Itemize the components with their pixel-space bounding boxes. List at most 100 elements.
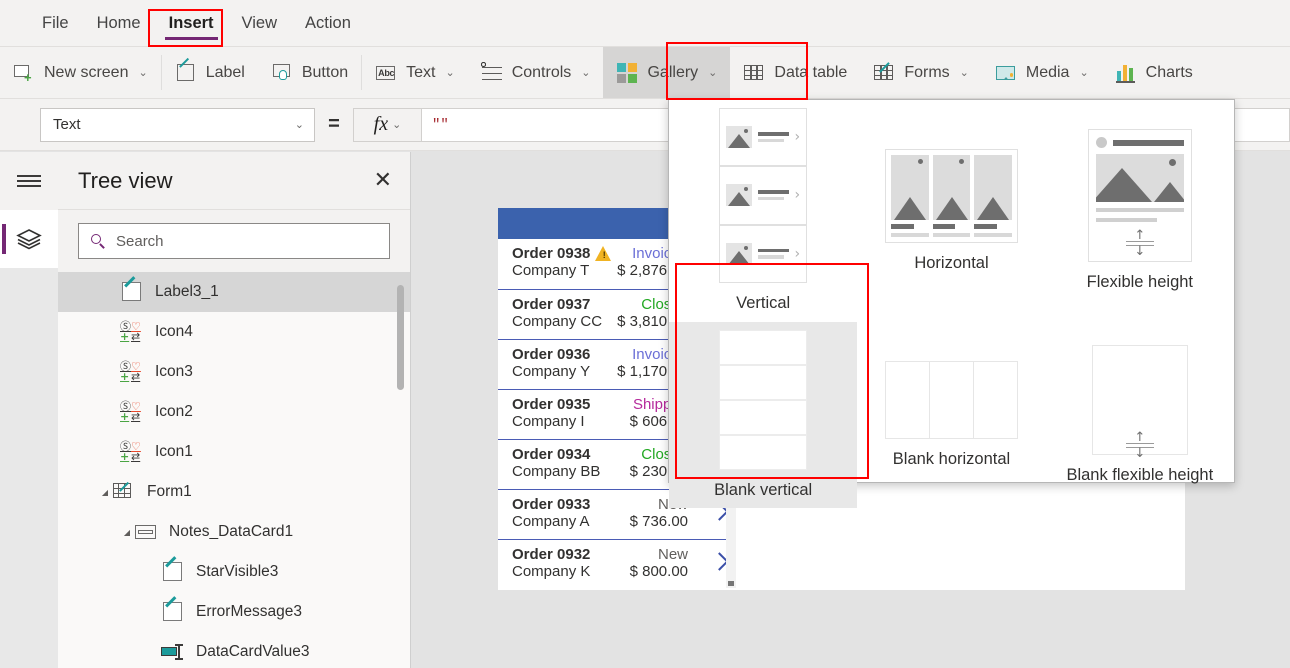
expand-collapse-icon[interactable]: ◢ [120, 528, 134, 537]
fx-button[interactable]: fx ⌄ [353, 108, 421, 142]
label-icon [120, 281, 146, 303]
hamburger-menu-icon[interactable] [0, 152, 58, 210]
ribbon-label: Text [406, 64, 435, 82]
menu-item-file[interactable]: File [30, 8, 81, 39]
ribbon-gallery-button[interactable]: Gallery ⌄ [603, 47, 730, 98]
tree-item-label: DataCardValue3 [196, 643, 309, 661]
ribbon-data-table-button[interactable]: Data table [730, 47, 860, 98]
tree-item-list: Label3_1 Ⓢ♡+⇄ Icon4 Ⓢ♡+⇄ Icon3 Ⓢ♡+⇄ Icon… [58, 272, 410, 668]
menu-item-label: Home [97, 14, 141, 32]
ribbon-new-screen-button[interactable]: + New screen ⌄ [0, 47, 161, 98]
ribbon-controls-button[interactable]: Controls ⌄ [468, 47, 604, 98]
flexible-height-gallery-preview-icon: ↑↓ [1088, 129, 1192, 262]
tree-item-starvisible3[interactable]: StarVisible3 [58, 552, 410, 592]
gallery-row[interactable]: Order 0932 New Company K $ 800.00 [498, 539, 734, 589]
chevron-down-icon: ⌄ [708, 66, 717, 79]
menu-item-insert[interactable]: Insert [157, 8, 226, 39]
gallery-option-label: Horizontal [914, 253, 988, 274]
gallery-option-label: Blank flexible height [1066, 465, 1213, 486]
property-selector[interactable]: Text ⌄ [40, 108, 315, 142]
order-number: Order 0936 [512, 346, 590, 363]
tree-item-label: Icon3 [155, 363, 193, 381]
label-icon [161, 561, 187, 583]
media-icon [995, 62, 1017, 84]
ribbon-button-button[interactable]: Button [258, 47, 361, 98]
gallery-option-blank-vertical[interactable]: Blank vertical [669, 322, 857, 509]
insert-ribbon: + New screen ⌄ Label Button Abc Text ⌄ C… [0, 47, 1290, 99]
search-icon [91, 234, 106, 249]
active-tab-underline [165, 37, 218, 40]
ribbon-label-button[interactable]: Label [162, 47, 258, 98]
ribbon-label: New screen [44, 64, 128, 82]
gallery-option-label: Vertical [736, 293, 790, 314]
tree-view-panel: Tree view ✕ Search Label3_1 Ⓢ♡+⇄ Icon4 Ⓢ… [58, 152, 411, 668]
gallery-option-horizontal[interactable]: Horizontal [857, 100, 1045, 322]
tree-item-icon1[interactable]: Ⓢ♡+⇄ Icon1 [58, 432, 410, 472]
chevron-down-icon: ⌄ [581, 66, 590, 79]
horizontal-gallery-preview-icon [885, 149, 1018, 243]
gallery-option-label: Blank vertical [714, 480, 812, 501]
gallery-option-blank-flexible-height[interactable]: ↑↓ Blank flexible height [1046, 322, 1234, 509]
order-number: Order 0938 ! [512, 245, 612, 262]
tree-item-label: Notes_DataCard1 [169, 523, 293, 541]
order-label: Order 0937 [512, 296, 590, 313]
tree-item-icon4[interactable]: Ⓢ♡+⇄ Icon4 [58, 312, 410, 352]
tree-item-notes-datacard1[interactable]: ◢ Notes_DataCard1 [58, 512, 410, 552]
company-name: Company Y [512, 363, 590, 380]
tree-item-icon2[interactable]: Ⓢ♡+⇄ Icon2 [58, 392, 410, 432]
menu-item-action[interactable]: Action [293, 8, 363, 39]
layers-icon [16, 228, 42, 250]
gallery-option-blank-horizontal[interactable]: Blank horizontal [857, 322, 1045, 509]
chevron-down-icon: ⌄ [392, 118, 401, 131]
ribbon-label: Charts [1146, 64, 1193, 82]
rail-empty-area [0, 268, 58, 668]
active-indicator [2, 224, 6, 254]
chevron-down-icon: ⌄ [445, 66, 454, 79]
order-label: Order 0935 [512, 396, 590, 413]
ribbon-forms-button[interactable]: Forms ⌄ [860, 47, 982, 98]
chevron-down-icon: ⌄ [138, 66, 147, 79]
property-selector-value: Text [53, 116, 81, 133]
tree-item-errormessage3[interactable]: ErrorMessage3 [58, 592, 410, 632]
tree-item-label: ErrorMessage3 [196, 603, 302, 621]
tree-item-datacardvalue3[interactable]: DataCardValue3 [58, 632, 410, 668]
ribbon-text-button[interactable]: Abc Text ⌄ [362, 47, 468, 98]
rail-item-tree-view[interactable] [0, 210, 58, 268]
tree-item-label: Form1 [147, 483, 192, 501]
ribbon-charts-button[interactable]: Charts [1102, 47, 1206, 98]
text-icon: Abc [375, 62, 397, 84]
ribbon-label: Gallery [647, 64, 698, 82]
expand-collapse-icon[interactable]: ◢ [98, 488, 112, 497]
company-name: Company BB [512, 463, 600, 480]
controls-icon [481, 62, 503, 84]
order-number: Order 0932 [512, 546, 590, 563]
chevron-down-icon: ⌄ [960, 66, 969, 79]
ribbon-label: Media [1026, 64, 1070, 82]
tree-item-label: Label3_1 [155, 283, 219, 301]
ribbon-media-button[interactable]: Media ⌄ [982, 47, 1102, 98]
menu-item-view[interactable]: View [230, 8, 289, 39]
textinput-icon [161, 641, 187, 663]
tree-item-label3-1[interactable]: Label3_1 [58, 272, 410, 312]
order-label: Order 0936 [512, 346, 590, 363]
datacard-icon [134, 521, 160, 543]
menu-item-home[interactable]: Home [85, 8, 153, 39]
search-input[interactable]: Search [78, 223, 390, 259]
chevron-down-icon: ⌄ [1079, 66, 1088, 79]
menu-item-label: Action [305, 14, 351, 32]
close-icon[interactable]: ✕ [374, 170, 392, 192]
tree-item-icon3[interactable]: Ⓢ♡+⇄ Icon3 [58, 352, 410, 392]
fx-icon: fx [374, 113, 388, 136]
gallery-option-flexible-height[interactable]: ↑↓ Flexible height [1046, 100, 1234, 322]
tree-view-scrollbar[interactable] [397, 285, 404, 390]
data-table-icon [743, 62, 765, 84]
tree-item-form1[interactable]: ◢ Form1 [58, 472, 410, 512]
order-number: Order 0933 [512, 496, 590, 513]
order-number: Order 0935 [512, 396, 590, 413]
chevron-right-icon[interactable] [712, 551, 725, 573]
order-status: New [658, 546, 688, 563]
gallery-option-label: Blank horizontal [893, 449, 1010, 470]
gallery-option-vertical[interactable]: › › › Vertical [669, 100, 857, 322]
company-name: Company K [512, 563, 590, 580]
new-screen-icon: + [13, 62, 35, 84]
